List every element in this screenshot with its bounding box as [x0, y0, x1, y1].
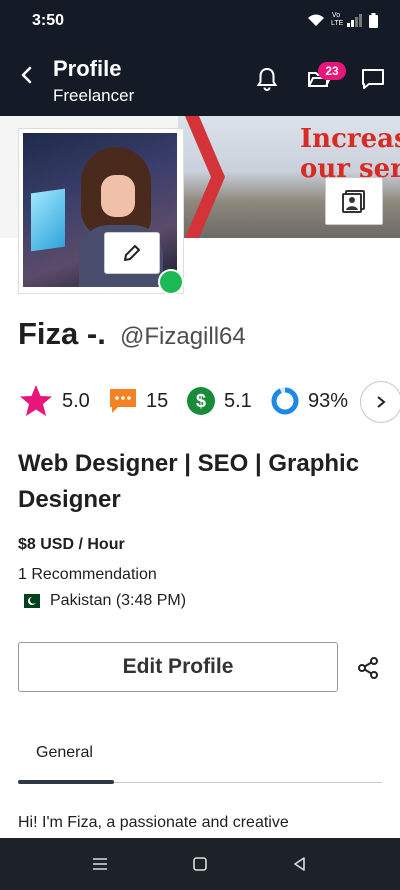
portrait-frame-icon: [342, 190, 365, 213]
star-icon: [20, 385, 52, 416]
rating-stat: 5.0: [18, 381, 90, 421]
battery-icon: [369, 12, 378, 28]
back-arrow-icon[interactable]: [16, 64, 38, 86]
status-icons: Vo LTE: [307, 12, 378, 28]
network-label: Vo LTE: [331, 12, 344, 27]
reviews-count: 15: [146, 389, 169, 412]
status-time: 3:50: [32, 12, 65, 29]
reviews-stat: 15: [108, 381, 168, 421]
edit-avatar-button[interactable]: [104, 232, 160, 274]
back-nav-icon[interactable]: [291, 855, 309, 873]
status-bar: 3:50 Vo LTE: [0, 0, 400, 42]
profile-name: Fiza -.: [18, 316, 106, 351]
active-tab-indicator: [18, 780, 114, 784]
review-bubble-icon: [110, 389, 136, 413]
edit-profile-button[interactable]: Edit Profile: [18, 642, 338, 692]
avatar-monitor-illustration: [31, 188, 65, 252]
chevron-right-icon: [377, 396, 386, 408]
rating-value: 5.0: [62, 389, 90, 412]
system-navigation-bar: [0, 838, 400, 890]
completion-ring-icon: [271, 387, 299, 415]
stats-scroll-button[interactable]: [360, 381, 400, 423]
bell-icon[interactable]: [254, 66, 280, 92]
hourly-rate: $8 USD / Hour: [18, 536, 125, 553]
location-row: Pakistan (3:48 PM): [18, 592, 186, 610]
about-intro-text: Hi! I'm Fiza, a passionate and creative: [18, 814, 289, 831]
recommendations-count[interactable]: 1 Recommendation: [18, 566, 157, 584]
cover-banner-text: Increas our ser: [300, 124, 400, 184]
dollar-circle-icon: $: [187, 387, 215, 415]
home-icon[interactable]: [191, 855, 209, 873]
online-status-dot: [158, 269, 184, 295]
page-subtitle: Freelancer: [53, 86, 135, 105]
pencil-icon: [124, 245, 140, 261]
profile-headline: Web Designer | SEO | Graphic Designer: [18, 450, 360, 513]
earnings-stat: $ 5.1: [186, 381, 252, 421]
recent-apps-icon[interactable]: [91, 855, 109, 873]
messages-icon[interactable]: [360, 66, 386, 92]
page-title: Profile: [53, 56, 122, 81]
edit-cover-button[interactable]: [325, 177, 383, 225]
tab-general[interactable]: General: [36, 744, 93, 762]
stats-row: 5.0 15 $ 5.1 93%: [18, 381, 400, 421]
app-bar: Profile Freelancer 23: [0, 42, 400, 116]
pakistan-flag-icon: [18, 594, 40, 608]
profile-username: @Fizagill64: [120, 323, 246, 350]
completion-stat: 93%: [270, 381, 348, 421]
completion-rate: 93%: [308, 389, 349, 412]
wifi-icon: [308, 14, 324, 26]
svg-text:$: $: [196, 391, 206, 411]
location-text: Pakistan (3:48 PM): [50, 592, 187, 609]
earnings-score: 5.1: [224, 389, 252, 412]
signal-icon: [347, 14, 362, 27]
avatar-face-illustration: [101, 175, 135, 217]
share-icon[interactable]: [356, 656, 380, 680]
inbox-badge: 23: [318, 62, 346, 80]
